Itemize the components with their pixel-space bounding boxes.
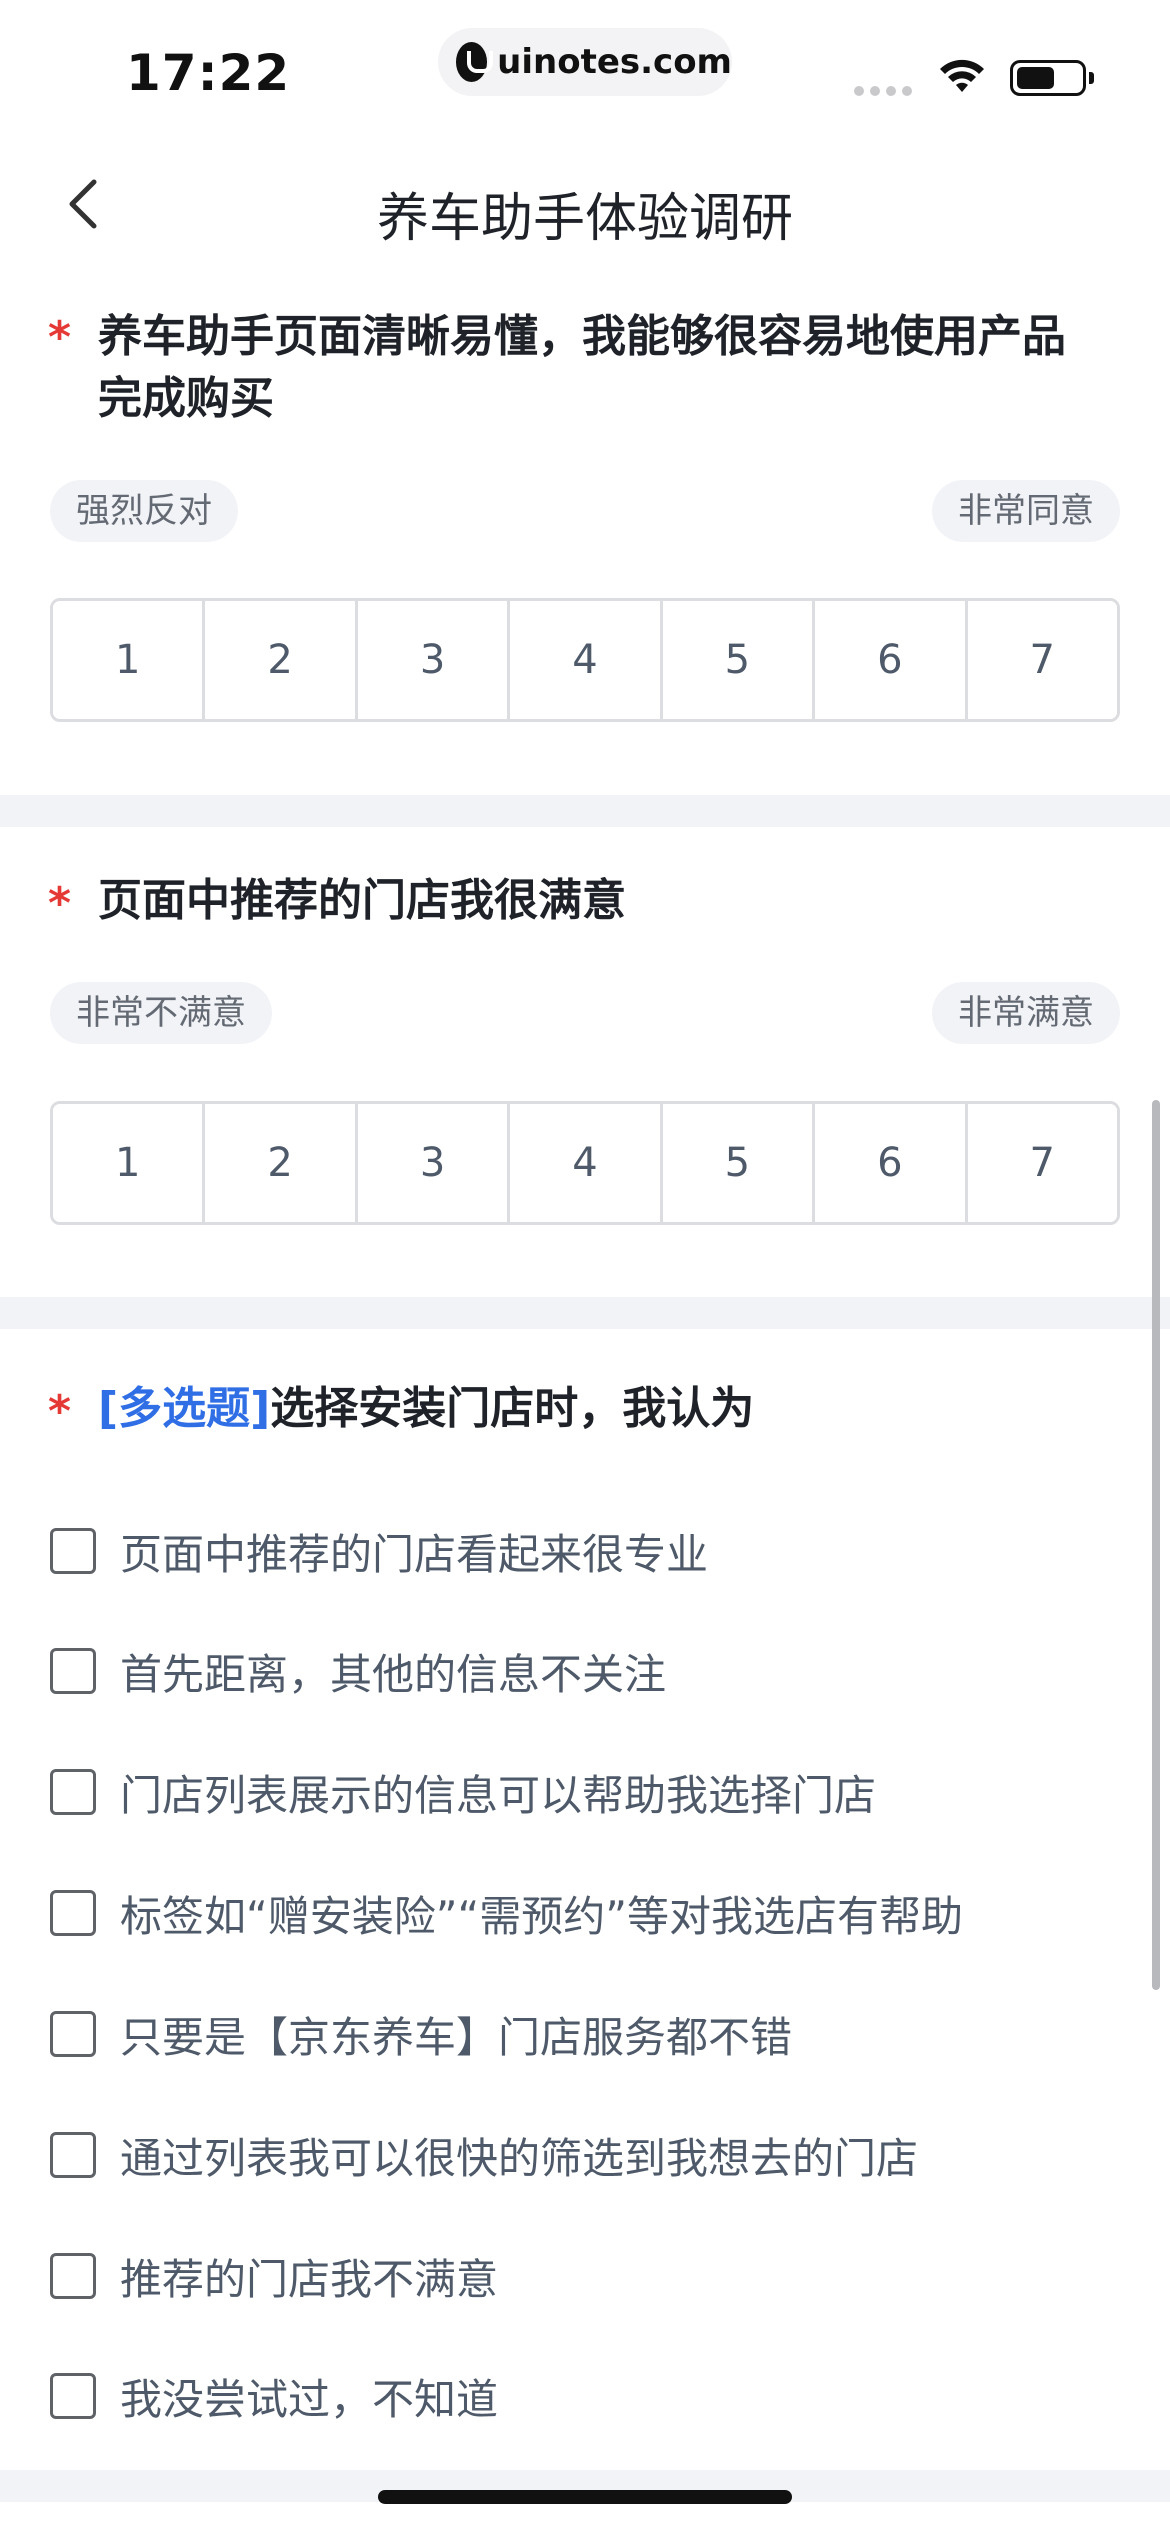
checkbox[interactable] [50,2373,96,2419]
url-text: uinotes.com [497,42,732,82]
checkbox-option[interactable]: 我没尝试过，不知道 [50,2351,1120,2441]
section-divider [0,1297,1170,1329]
option-label: 推荐的门店我不满意 [120,2254,499,2304]
scale-option-7[interactable]: 7 [967,601,1117,719]
status-time: 17:22 [126,44,291,102]
scale-option-2[interactable]: 2 [205,1104,358,1222]
checkbox[interactable] [50,1890,96,1936]
checkbox-option[interactable]: 推荐的门店我不满意 [50,2231,1120,2321]
scale-option-5[interactable]: 5 [662,1104,816,1222]
required-mark: * [48,312,72,363]
question-title: 养车助手页面清晰易懂，我能够很容易地使用产品完成购买 [98,311,1066,424]
question-3: * [多选题]选择安装门店时，我认为 页面中推荐的门店看起来很专业 首先距离，其… [0,1370,1170,2460]
required-mark: * [48,878,72,929]
scale-option-3[interactable]: 3 [357,1104,511,1222]
page-title: 养车助手体验调研 [376,189,793,249]
scale-option-5[interactable]: 5 [662,601,816,719]
checkbox-option[interactable]: 门店列表展示的信息可以帮助我选择门店 [50,1747,1120,1837]
option-label: 标签如“赠安装险”“需预约”等对我选店有帮助 [120,1891,964,1941]
question-2: * 页面中推荐的门店我很满意 非常不满意 非常满意 1 2 3 4 5 6 7 [0,870,1170,1290]
required-mark: * [48,1386,72,1437]
scale-option-3[interactable]: 3 [357,601,511,719]
scale-option-4[interactable]: 4 [510,1104,663,1222]
scale-option-1[interactable]: 1 [53,1104,206,1222]
option-label: 页面中推荐的门店看起来很专业 [120,1529,709,1579]
scale-option-6[interactable]: 6 [815,601,968,719]
question-title: 页面中推荐的门店我很满意 [98,875,626,926]
checkbox[interactable] [50,1769,96,1815]
option-label: 通过列表我可以很快的筛选到我想去的门店 [120,2133,919,2183]
site-logo-icon [456,42,494,82]
wifi-icon [940,59,984,92]
home-indicator[interactable] [378,2490,792,2504]
question-title-text: 选择安装门店时，我认为 [270,1383,755,1434]
scrollbar[interactable] [1152,1100,1160,1990]
scale-left-label: 强烈反对 [50,480,238,542]
checkbox[interactable] [50,1648,96,1694]
rating-scale: 1 2 3 4 5 6 7 [50,598,1120,722]
checkbox[interactable] [50,2253,96,2299]
checkbox-option[interactable]: 页面中推荐的门店看起来很专业 [50,1506,1120,1596]
scale-right-label: 非常满意 [932,982,1120,1044]
checkbox[interactable] [50,2132,96,2178]
checkbox-option[interactable]: 只要是【京东养车】门店服务都不错 [50,1989,1120,2079]
section-divider [0,795,1170,827]
option-label: 首先距离，其他的信息不关注 [120,1649,667,1699]
scale-left-label: 非常不满意 [50,982,272,1044]
question-title: [多选题]选择安装门店时，我认为 [98,1378,1108,1440]
multi-select-tag: [多选题] [98,1383,271,1434]
scale-option-7[interactable]: 7 [967,1104,1117,1222]
scale-option-1[interactable]: 1 [53,601,206,719]
battery-cap [1089,72,1094,84]
option-label: 我没尝试过，不知道 [120,2374,499,2424]
checkbox-option[interactable]: 首先距离，其他的信息不关注 [50,1626,1120,1716]
rating-scale: 1 2 3 4 5 6 7 [50,1101,1120,1225]
scale-option-6[interactable]: 6 [815,1104,968,1222]
url-pill[interactable]: uinotes.com [438,28,732,96]
scale-option-2[interactable]: 2 [205,601,358,719]
checkbox-option[interactable]: 标签如“赠安装险”“需预约”等对我选店有帮助 [50,1868,1120,1958]
cellular-signal-icon [854,86,912,96]
checkbox[interactable] [50,2011,96,2057]
scale-option-4[interactable]: 4 [510,601,663,719]
status-bar: 17:22 uinotes.com [0,0,1170,140]
checkbox[interactable] [50,1528,96,1574]
checkbox-option[interactable]: 通过列表我可以很快的筛选到我想去的门店 [50,2110,1120,2200]
nav-bar: 养车助手体验调研 [0,150,1170,260]
battery-icon [1010,60,1086,96]
option-label: 门店列表展示的信息可以帮助我选择门店 [120,1770,877,1820]
scale-right-label: 非常同意 [932,480,1120,542]
question-1: * 养车助手页面清晰易懂，我能够很容易地使用产品完成购买 强烈反对 非常同意 1… [0,300,1170,790]
option-label: 只要是【京东养车】门店服务都不错 [120,2012,793,2062]
